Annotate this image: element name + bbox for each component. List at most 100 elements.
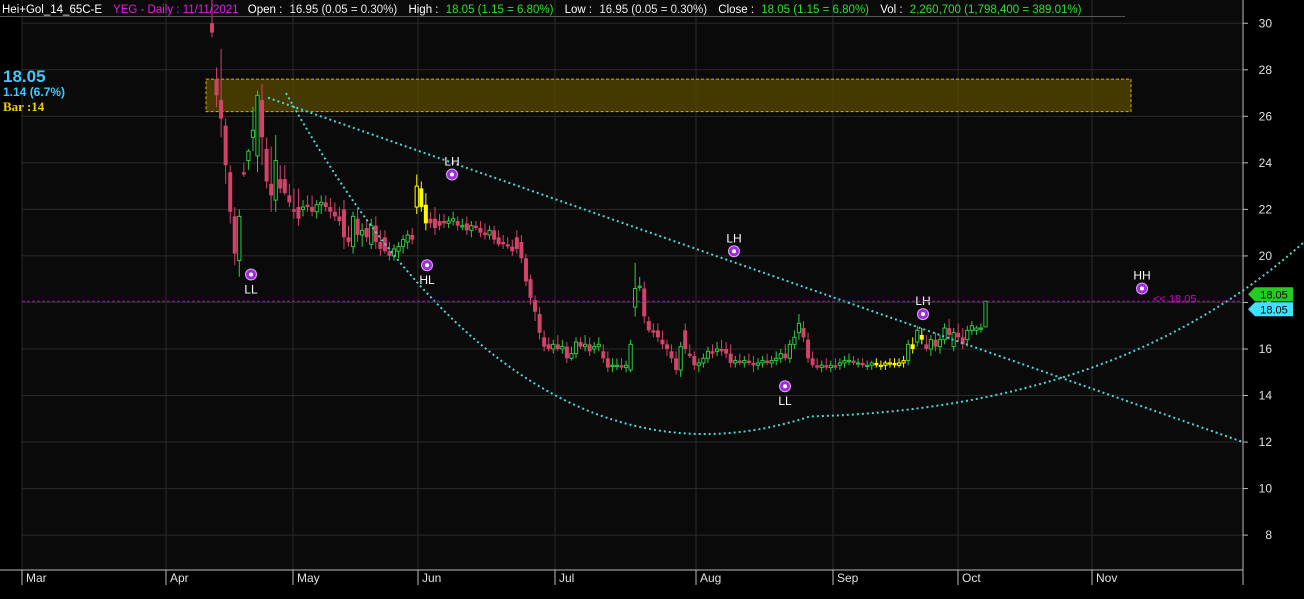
candle-body xyxy=(919,335,924,340)
candle-body xyxy=(669,351,674,359)
pivot-ll: LL xyxy=(244,268,258,297)
y-tick-label: 22 xyxy=(1259,202,1273,216)
candle-body xyxy=(651,330,656,333)
candle-body xyxy=(719,348,724,352)
candle-body xyxy=(965,329,970,341)
candle-body xyxy=(819,364,824,369)
candle-body xyxy=(678,346,683,371)
x-tick-label: May xyxy=(297,571,320,585)
x-tick-label: Apr xyxy=(170,571,189,585)
candle-body xyxy=(714,348,720,352)
candle-body xyxy=(587,344,592,352)
candle-body xyxy=(801,328,806,338)
candle-body xyxy=(405,234,410,243)
candle-body xyxy=(683,330,688,349)
candle-body xyxy=(760,360,765,364)
candle-body xyxy=(219,100,224,119)
pivot-label: HH xyxy=(1133,268,1150,282)
header-high-value: 18.05 (1.15 = 6.80%) xyxy=(446,4,554,16)
pivot-lh: LH xyxy=(915,294,931,321)
candle-body xyxy=(296,207,301,219)
candle-body xyxy=(232,216,237,254)
candle-body xyxy=(519,241,524,259)
candle-body xyxy=(933,339,938,347)
header-open-value: 16.95 (0.05 = 0.30%) xyxy=(290,4,398,16)
candle-body xyxy=(414,185,419,208)
candle-body xyxy=(947,328,952,336)
header-low-value: 16.95 (0.05 = 0.30%) xyxy=(599,4,707,16)
candle-body xyxy=(346,237,351,242)
candle-body xyxy=(665,344,669,349)
candle-body xyxy=(901,360,906,364)
candle-body xyxy=(778,353,783,359)
candle-body xyxy=(915,329,920,343)
candle-body xyxy=(300,206,306,210)
candle-body xyxy=(455,221,460,226)
header-line: Hei+Gol_14_65C-E YEG - Daily : 11/11/202… xyxy=(2,4,1082,16)
candle-body xyxy=(210,23,214,33)
candle-body xyxy=(364,228,369,238)
y-tick-label: 20 xyxy=(1259,249,1273,263)
candle-body xyxy=(896,362,902,366)
candle-body xyxy=(341,209,346,238)
candle-body xyxy=(323,202,328,208)
candle-body xyxy=(596,343,601,348)
candle-body xyxy=(883,362,888,366)
candle-body xyxy=(255,94,260,157)
candle-body xyxy=(696,362,701,366)
candle-body xyxy=(410,234,415,240)
x-tick-label: Aug xyxy=(700,571,721,585)
candle-body xyxy=(419,188,424,208)
header-low-label: Low : xyxy=(565,4,593,16)
header-vol-value: 2,260,700 (1,798,400 = 389.01%) xyxy=(910,4,1082,16)
candle-body xyxy=(396,246,401,252)
candle-body xyxy=(355,218,360,235)
candle-body xyxy=(910,344,915,349)
header-close-value: 18.05 (1.15 = 6.80%) xyxy=(761,4,869,16)
y-tick-label: 28 xyxy=(1259,63,1273,77)
candle-body xyxy=(278,179,283,189)
pivot-label: LL xyxy=(778,394,792,408)
candle-body xyxy=(478,228,483,233)
candle-body xyxy=(924,344,929,349)
candle-body xyxy=(928,339,933,350)
candle-body xyxy=(856,362,861,365)
candle-body xyxy=(942,327,947,341)
candle-body xyxy=(742,360,747,364)
pivot-marker-center xyxy=(450,172,454,177)
candle-body xyxy=(623,364,629,369)
pivot-marker-center xyxy=(425,263,429,268)
header-vol-label: Vol : xyxy=(880,4,902,16)
last-price-readout: 18.05 xyxy=(3,67,46,86)
axis-price-tag-label: 18.05 xyxy=(1260,304,1288,316)
candle-body xyxy=(906,343,911,362)
candle-body xyxy=(501,241,506,245)
candle-body xyxy=(755,362,761,366)
pivot-label: LL xyxy=(244,283,258,297)
candle-body xyxy=(523,258,528,282)
candle-body xyxy=(373,225,378,242)
candle-body xyxy=(423,204,428,224)
pivot-marker-center xyxy=(921,312,925,317)
x-tick-label: Jun xyxy=(422,571,441,585)
candle-body xyxy=(878,364,883,367)
candle-body xyxy=(774,357,779,362)
candle-body xyxy=(469,225,474,231)
candle-body xyxy=(391,248,397,257)
candle-body xyxy=(833,365,838,368)
candle-body xyxy=(765,360,770,363)
candle-body xyxy=(542,337,547,347)
candle-body xyxy=(724,348,729,354)
candle-body xyxy=(583,343,588,348)
candle-body xyxy=(646,321,651,331)
candle-body xyxy=(610,364,615,367)
candle-body xyxy=(569,353,574,359)
bar-count-readout: Bar :14 xyxy=(3,99,45,114)
candle-body xyxy=(250,129,256,138)
header-title: YEG - Daily : 11/11/2021 xyxy=(113,4,239,16)
candle-body xyxy=(337,216,342,222)
axis-price-tag: 18.05 xyxy=(1248,302,1293,317)
candle-body xyxy=(260,100,265,138)
candle-body xyxy=(637,285,642,288)
candle xyxy=(523,253,528,287)
